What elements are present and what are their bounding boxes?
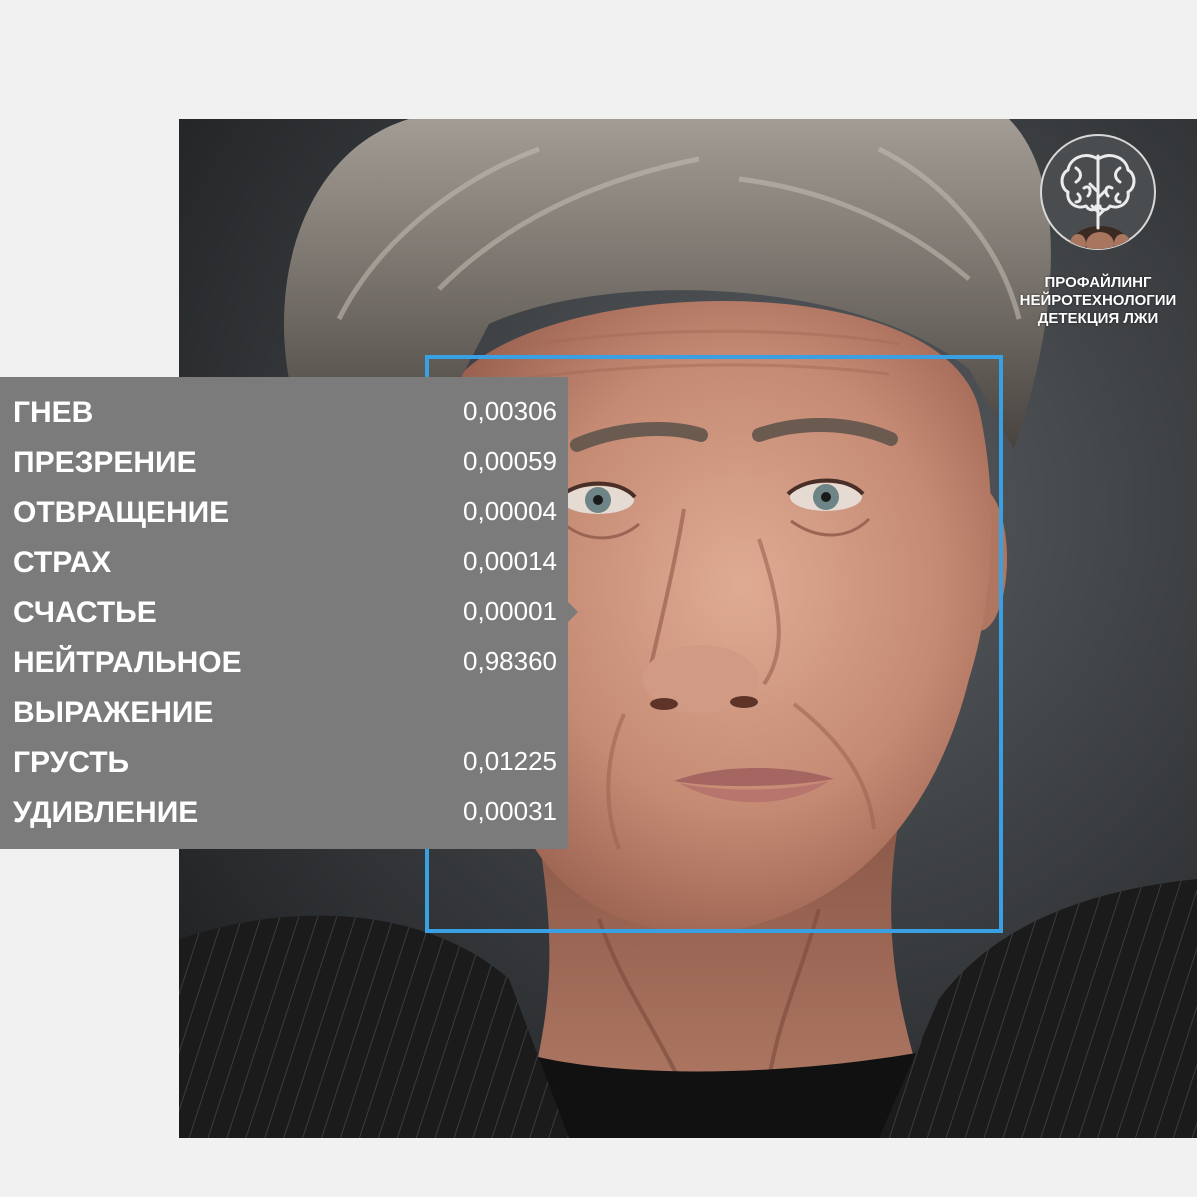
- emotion-value: 0,98360: [463, 646, 557, 676]
- emotion-panel: ГНЕВ 0,00306 ПРЕЗРЕНИЕ 0,00059 ОТВРАЩЕНИ…: [0, 377, 568, 849]
- emotion-row: СТРАХ 0,00014: [13, 538, 557, 588]
- brain-icon: [1040, 134, 1156, 250]
- emotion-row: ПРЕЗРЕНИЕ 0,00059: [13, 438, 557, 488]
- logo: ПРОФАЙЛИНГ НЕЙРОТЕХНОЛОГИИ ДЕТЕКЦИЯ ЛЖИ: [1008, 132, 1188, 328]
- emotion-value: 0,01225: [463, 746, 557, 776]
- emotion-label: СТРАХ: [13, 546, 112, 579]
- emotion-row: ГРУСТЬ 0,01225: [13, 738, 557, 788]
- emotion-row: УДИВЛЕНИЕ 0,00031: [13, 788, 557, 838]
- emotion-value: 0,00001: [463, 596, 557, 626]
- emotion-label: ГНЕВ: [13, 396, 94, 429]
- emotion-value: 0,00306: [463, 396, 557, 426]
- emotion-value: 0,00004: [463, 496, 557, 526]
- emotion-value: 0,00059: [463, 446, 557, 476]
- emotion-row: ОТВРАЩЕНИЕ 0,00004: [13, 488, 557, 538]
- emotion-value: 0,00014: [463, 546, 557, 576]
- emotion-row: НЕЙТРАЛЬНОЕ ВЫРАЖЕНИЕ 0,98360: [13, 638, 557, 738]
- panel-pointer: [568, 602, 578, 622]
- emotion-label: ГРУСТЬ: [13, 746, 130, 779]
- emotion-label: ОТВРАЩЕНИЕ: [13, 496, 230, 529]
- logo-text-line: ПРОФАЙЛИНГ: [1044, 274, 1152, 291]
- emotion-label: ПРЕЗРЕНИЕ: [13, 446, 197, 479]
- emotion-value: 0,00031: [463, 796, 557, 826]
- emotion-row: СЧАСТЬЕ 0,00001: [13, 588, 557, 638]
- emotion-label: СЧАСТЬЕ: [13, 596, 157, 629]
- logo-text-line: НЕЙРОТЕХНОЛОГИИ: [1019, 292, 1177, 309]
- logo-text-line: ДЕТЕКЦИЯ ЛЖИ: [1037, 310, 1159, 327]
- emotion-label: НЕЙТРАЛЬНОЕ ВЫРАЖЕНИЕ: [13, 646, 242, 729]
- emotion-row: ГНЕВ 0,00306: [13, 388, 557, 438]
- logo-text: ПРОФАЙЛИНГ НЕЙРОТЕХНОЛОГИИ ДЕТЕКЦИЯ ЛЖИ: [1008, 274, 1188, 328]
- emotion-label: УДИВЛЕНИЕ: [13, 796, 199, 829]
